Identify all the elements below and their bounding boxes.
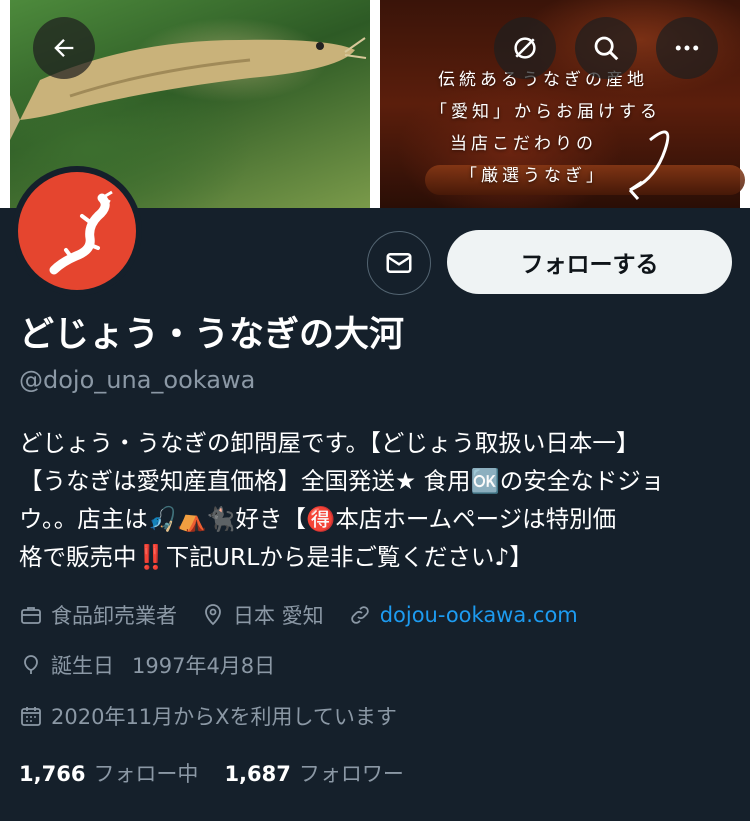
briefcase-icon [19, 603, 43, 627]
follow-button[interactable]: フォローする [447, 230, 732, 294]
avatar[interactable] [12, 166, 142, 296]
profile-page: 伝統あるうなぎの産地 「愛知」からお届けする 当店こだわりの 「厳選うなぎ」 フ… [0, 0, 750, 821]
mail-icon [386, 253, 412, 273]
bio-line: どじょう・うなぎの卸問屋です。【どじょう取扱い日本一】 [19, 429, 640, 457]
profile-meta-row: 2020年11月からXを利用しています [19, 701, 397, 731]
banner-caption: 伝統あるうなぎの産地 「愛知」からお届けする 当店こだわりの 「厳選うなぎ」 [430, 64, 710, 192]
handle: @dojo_una_ookawa [19, 366, 256, 394]
website-link[interactable]: dojou-ookawa.com [380, 603, 578, 627]
display-name: どじょう・うなぎの大河 [19, 315, 405, 355]
link-icon [348, 603, 372, 627]
bio-line: 【うなぎは愛知産直価格】全国発送★ 食用🆗の安全なドジョ [19, 467, 665, 495]
bio-line: 格で販売中‼️下記URLから是非ご覧ください♪】 [19, 543, 533, 571]
joined-date: 2020年11月からXを利用しています [51, 705, 397, 729]
category-label: 食品卸売業者 [51, 604, 177, 628]
calendar-icon [19, 704, 43, 728]
bio: どじょう・うなぎの卸問屋です。【どじょう取扱い日本一】 【うなぎは愛知産直価格】… [19, 424, 734, 576]
search-button[interactable] [575, 17, 637, 79]
profile-meta-row: 食品卸売業者 日本 愛知 dojou-ookawa.com [19, 600, 578, 630]
search-icon [594, 36, 619, 61]
avatar-image [18, 172, 136, 290]
arrow-left-icon [54, 39, 74, 57]
following-count[interactable]: 1,766 [19, 762, 85, 786]
followers-label[interactable]: フォロワー [299, 758, 404, 788]
banner-line: 「厳選うなぎ」 [460, 166, 607, 186]
back-button[interactable] [33, 17, 95, 79]
followers-count[interactable]: 1,687 [224, 762, 290, 786]
follow-stats: 1,766 フォロー中 1,687 フォロワー [19, 758, 430, 788]
banner-line: 当店こだわりの [450, 134, 597, 154]
block-button[interactable] [494, 17, 556, 79]
following-label[interactable]: フォロー中 [93, 758, 198, 788]
location-pin-icon [201, 603, 225, 627]
location-label: 日本 愛知 [233, 604, 324, 628]
message-button[interactable] [367, 231, 431, 295]
birthday-label: 誕生日 [51, 654, 114, 678]
more-button[interactable] [656, 17, 718, 79]
balloon-icon [19, 653, 43, 677]
slash-circle-icon [514, 37, 536, 59]
bio-line: ウ。。店主は🎣⛺🐈‍⬛好き【🉐本店ホームページは特別価 [19, 505, 617, 533]
loach-logo-icon [49, 190, 113, 275]
banner-line: 「愛知」からお届けする [430, 102, 661, 122]
profile-meta-row: 誕生日 1997年4月8日 [19, 650, 275, 680]
more-dots-icon [675, 45, 699, 51]
birthday-value: 1997年4月8日 [132, 654, 276, 678]
